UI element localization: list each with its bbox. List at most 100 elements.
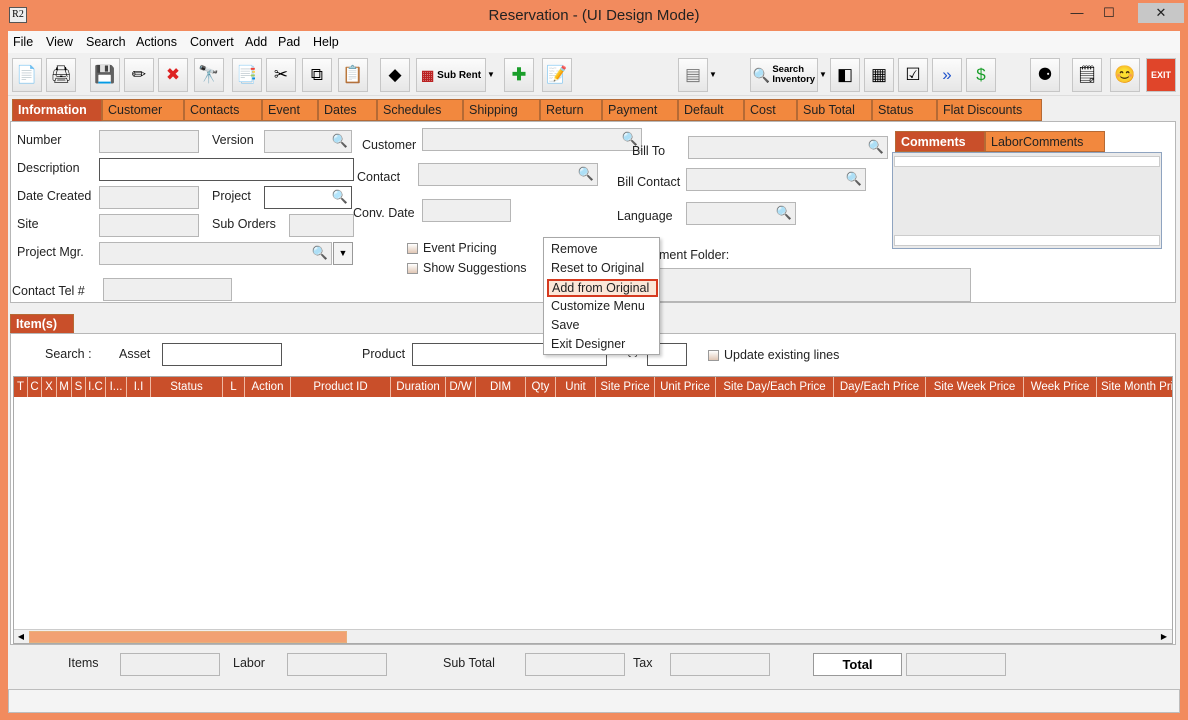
sub-orders-field[interactable] [289,214,354,237]
conv-date-field[interactable] [422,199,511,222]
language-field[interactable]: 🔍 [686,202,796,225]
circles-icon[interactable]: ⚈ [1030,58,1060,92]
comments-area[interactable] [892,152,1162,249]
grid-icon[interactable]: ▦ [864,58,894,92]
project-mgr-dropdown-icon[interactable]: ▼ [333,242,353,265]
menu-convert[interactable]: Convert [190,35,234,49]
project-search-icon[interactable]: 🔍 [332,189,348,205]
labor-total-field[interactable] [287,653,387,676]
tab-shipping[interactable]: Shipping [463,99,540,121]
ctx-add-from-original[interactable]: Add from Original [547,279,658,297]
col-qty[interactable]: Qty [526,377,556,397]
tab-status[interactable]: Status [872,99,937,121]
col-unit-price[interactable]: Unit Price [655,377,716,397]
copy-icon[interactable]: ⧉ [302,58,332,92]
tab-information[interactable]: Information [12,99,102,121]
col-t[interactable]: T [14,377,28,397]
notes-icon[interactable]: 🗒 [1072,58,1102,92]
sub-rent-button[interactable]: ▦ Sub Rent [416,58,486,92]
sub-total-field[interactable] [525,653,625,676]
smiley-icon[interactable]: 😊 [1110,58,1140,92]
bill-contact-search-icon[interactable]: 🔍 [846,171,862,187]
col-dw[interactable]: D/W [446,377,476,397]
col-site-price[interactable]: Site Price [596,377,655,397]
tab-payment[interactable]: Payment [602,99,678,121]
menu-add[interactable]: Add [245,35,267,49]
shapes-icon[interactable]: ◆ [380,58,410,92]
exit-icon[interactable]: EXIT [1146,58,1176,92]
col-c[interactable]: C [28,377,42,397]
event-pricing-checkbox[interactable] [407,243,418,254]
convert-icon[interactable]: 📑 [232,58,262,92]
close-button[interactable]: ✕ [1138,3,1184,23]
delete-x-icon[interactable]: ✖ [158,58,188,92]
contact-search-icon[interactable]: 🔍 [578,166,594,182]
menu-file[interactable]: File [13,35,33,49]
col-i-ellipsis[interactable]: I... [106,377,127,397]
binoculars-icon[interactable]: 🔭 [194,58,224,92]
customer-field[interactable]: 🔍 [422,128,642,151]
ctx-exit-designer[interactable]: Exit Designer [547,336,658,354]
tab-schedules[interactable]: Schedules [377,99,463,121]
menu-pad[interactable]: Pad [278,35,300,49]
tab-customer[interactable]: Customer [102,99,184,121]
scroll-right-icon[interactable]: ▶ [1158,631,1170,643]
col-m[interactable]: M [57,377,72,397]
tab-default[interactable]: Default [678,99,744,121]
col-action[interactable]: Action [245,377,291,397]
tab-comments[interactable]: Comments [895,131,985,152]
ctx-reset-to-original[interactable]: Reset to Original [547,260,658,278]
search-inventory-dropdown-icon[interactable]: ▼ [819,58,827,92]
new-document-icon[interactable]: 📄 [12,58,42,92]
bill-to-field[interactable]: 🔍 [688,136,888,159]
col-week-price[interactable]: Week Price [1024,377,1097,397]
bill-contact-field[interactable]: 🔍 [686,168,866,191]
menu-view[interactable]: View [46,35,73,49]
col-site-month-price[interactable]: Site Month Pri [1097,377,1172,397]
tab-sub-total[interactable]: Sub Total [797,99,872,121]
arrows-icon[interactable]: » [932,58,962,92]
show-suggestions-checkbox[interactable] [407,263,418,274]
scroll-left-icon[interactable]: ◀ [15,631,27,643]
description-field[interactable] [99,158,354,181]
comments-scroll-row[interactable] [894,235,1160,246]
version-search-icon[interactable]: 🔍 [332,133,348,149]
col-site-week-price[interactable]: Site Week Price [926,377,1024,397]
eraser-icon[interactable]: ◧ [830,58,860,92]
site-field[interactable] [99,214,199,237]
update-existing-checkbox[interactable] [708,350,719,361]
ctx-remove[interactable]: Remove [547,241,658,259]
tab-event[interactable]: Event [262,99,318,121]
total-field[interactable] [906,653,1006,676]
print-icon[interactable]: 🖨 [46,58,76,92]
number-field[interactable] [99,130,199,153]
col-ic[interactable]: I.C [86,377,106,397]
col-l[interactable]: L [223,377,245,397]
tab-cost[interactable]: Cost [744,99,797,121]
contact-tel-field[interactable] [103,278,232,301]
menu-help[interactable]: Help [313,35,339,49]
paste-icon[interactable]: 📋 [338,58,368,92]
version-field[interactable]: 🔍 [264,130,352,153]
date-created-field[interactable] [99,186,199,209]
language-search-icon[interactable]: 🔍 [776,205,792,221]
ctx-save[interactable]: Save [547,317,658,335]
items-total-field[interactable] [120,653,220,676]
menu-search[interactable]: Search [86,35,126,49]
tab-items[interactable]: Item(s) [10,314,74,333]
tab-dates[interactable]: Dates [318,99,377,121]
bill-to-search-icon[interactable]: 🔍 [868,139,884,155]
col-dim[interactable]: DIM [476,377,526,397]
project-mgr-search-icon[interactable]: 🔍 [312,245,328,261]
cut-icon[interactable]: ✂ [266,58,296,92]
col-ii[interactable]: I.I [127,377,151,397]
col-duration[interactable]: Duration [391,377,446,397]
tax-field[interactable] [670,653,770,676]
menu-actions[interactable]: Actions [136,35,177,49]
tab-return[interactable]: Return [540,99,602,121]
scroll-thumb[interactable] [29,631,347,643]
asset-input[interactable] [162,343,282,366]
sub-rent-dropdown-icon[interactable]: ▼ [487,58,495,92]
col-status[interactable]: Status [151,377,223,397]
items-hscrollbar[interactable]: ◀ ▶ [14,629,1172,643]
